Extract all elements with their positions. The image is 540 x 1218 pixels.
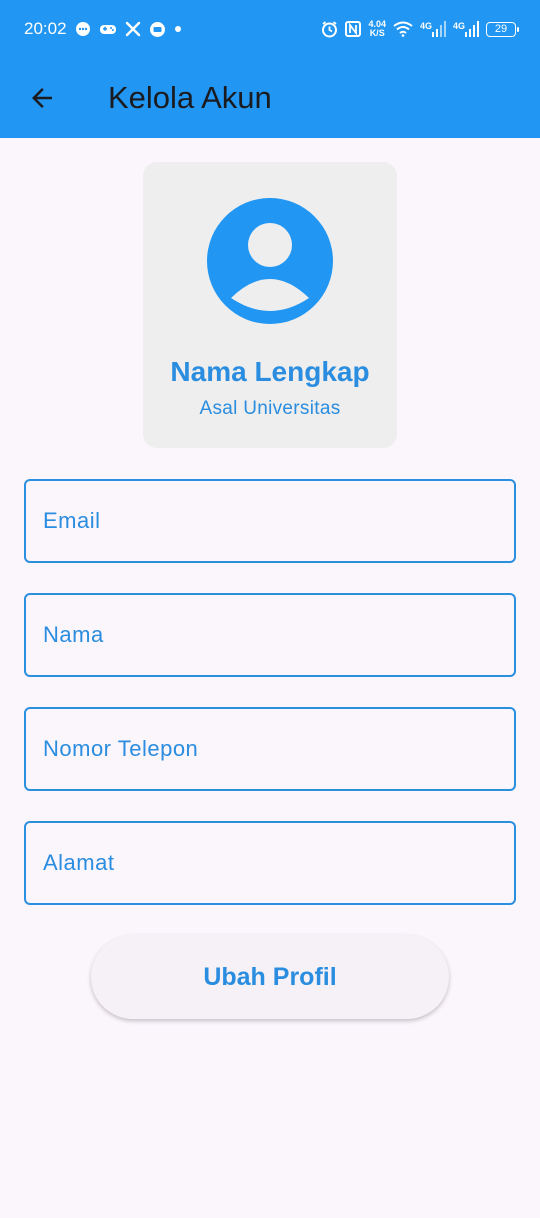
alarm-icon — [321, 20, 338, 38]
network-type-2: 4G — [452, 21, 465, 31]
status-time: 20:02 — [24, 19, 67, 38]
update-profile-button[interactable]: Ubah Profil — [91, 935, 449, 1019]
dot-icon — [174, 25, 182, 33]
chat-bubble-icon — [75, 21, 91, 37]
nama-field[interactable] — [24, 593, 516, 677]
message-icon — [149, 21, 166, 38]
profile-university: Asal Universitas — [199, 398, 341, 419]
account-circle-icon — [207, 198, 333, 324]
nfc-icon — [345, 21, 362, 37]
game-controller-icon — [99, 22, 117, 36]
signal-icon — [465, 21, 479, 37]
page-title: Kelola Akun — [108, 80, 272, 115]
network-speed: 4.04 K/S — [368, 20, 386, 38]
address-input[interactable] — [43, 850, 514, 876]
signal-1: 4G — [420, 21, 446, 37]
status-right: 4.04 K/S 4G 4G 29 — [321, 20, 519, 38]
profile-card: Nama Lengkap Asal Universitas — [143, 162, 397, 448]
status-left: 20:02 — [24, 19, 182, 39]
nama-input[interactable] — [43, 622, 514, 648]
profile-name: Nama Lengkap — [170, 356, 370, 387]
phone-input[interactable] — [43, 736, 514, 762]
phone-field[interactable] — [24, 707, 516, 791]
signal-icon — [431, 21, 446, 37]
status-bar: 20:02 4.04 K/S 4G 4G 29 — [0, 0, 540, 58]
signal-2: 4G — [453, 21, 479, 37]
email-input[interactable] — [43, 508, 514, 534]
email-field[interactable] — [24, 479, 516, 563]
arrow-left-icon — [32, 88, 52, 108]
network-speed-unit: K/S — [369, 28, 385, 38]
x-logo-icon — [125, 21, 141, 37]
battery-icon: 29 — [486, 21, 519, 37]
wifi-icon — [393, 21, 413, 37]
app-bar: Kelola Akun — [0, 58, 540, 138]
back-button[interactable] — [10, 66, 74, 130]
battery-level: 29 — [494, 23, 508, 35]
address-field[interactable] — [24, 821, 516, 905]
network-type-1: 4G — [419, 21, 432, 31]
